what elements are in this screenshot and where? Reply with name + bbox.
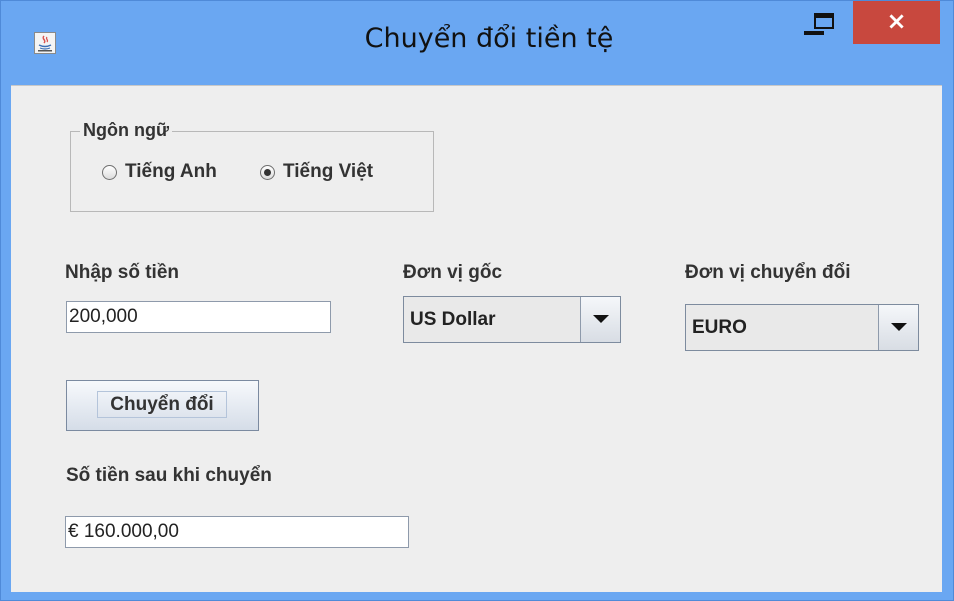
target-unit-arrow[interactable]	[878, 305, 918, 350]
content-panel: Ngôn ngữ Tiếng Anh Tiếng Việt Nhập số ti…	[11, 85, 942, 592]
language-group: Ngôn ngữ Tiếng Anh Tiếng Việt	[70, 120, 434, 212]
maximize-icon	[814, 13, 834, 29]
target-unit-value: EURO	[692, 317, 747, 338]
chevron-down-icon	[593, 315, 609, 323]
source-unit-label: Đơn vị gốc	[403, 262, 503, 283]
close-icon: ×	[886, 7, 907, 35]
radio-vietnamese[interactable]: Tiếng Việt	[260, 159, 373, 185]
convert-button[interactable]: Chuyển đổi	[66, 380, 259, 431]
amount-input[interactable]: 200,000	[66, 301, 331, 333]
source-unit-arrow[interactable]	[580, 297, 620, 342]
target-unit-label: Đơn vị chuyển đổi	[685, 262, 851, 283]
title-bar[interactable]: Chuyển đổi tiền tệ ×	[1, 1, 953, 85]
close-button[interactable]: ×	[853, 1, 940, 44]
radio-unselected-icon[interactable]	[102, 164, 117, 180]
source-unit-dropdown[interactable]: US Dollar	[403, 296, 621, 343]
radio-vietnamese-label: Tiếng Việt	[283, 161, 374, 182]
radio-english[interactable]: Tiếng Anh	[102, 159, 217, 185]
maximize-button[interactable]	[806, 1, 852, 41]
result-label: Số tiền sau khi chuyển	[66, 465, 272, 486]
target-unit-dropdown[interactable]: EURO	[685, 304, 919, 351]
chevron-down-icon	[891, 323, 907, 331]
language-group-label: Ngôn ngữ	[80, 120, 173, 141]
radio-english-label: Tiếng Anh	[125, 161, 217, 182]
convert-button-label: Chuyển đổi	[97, 391, 227, 418]
radio-selected-icon[interactable]	[260, 164, 275, 180]
amount-label: Nhập số tiền	[65, 262, 180, 283]
app-window: Chuyển đổi tiền tệ × Ngôn ngữ Tiếng Anh …	[0, 0, 954, 601]
source-unit-value: US Dollar	[410, 309, 496, 330]
result-field[interactable]: € 160.000,00	[65, 516, 409, 548]
